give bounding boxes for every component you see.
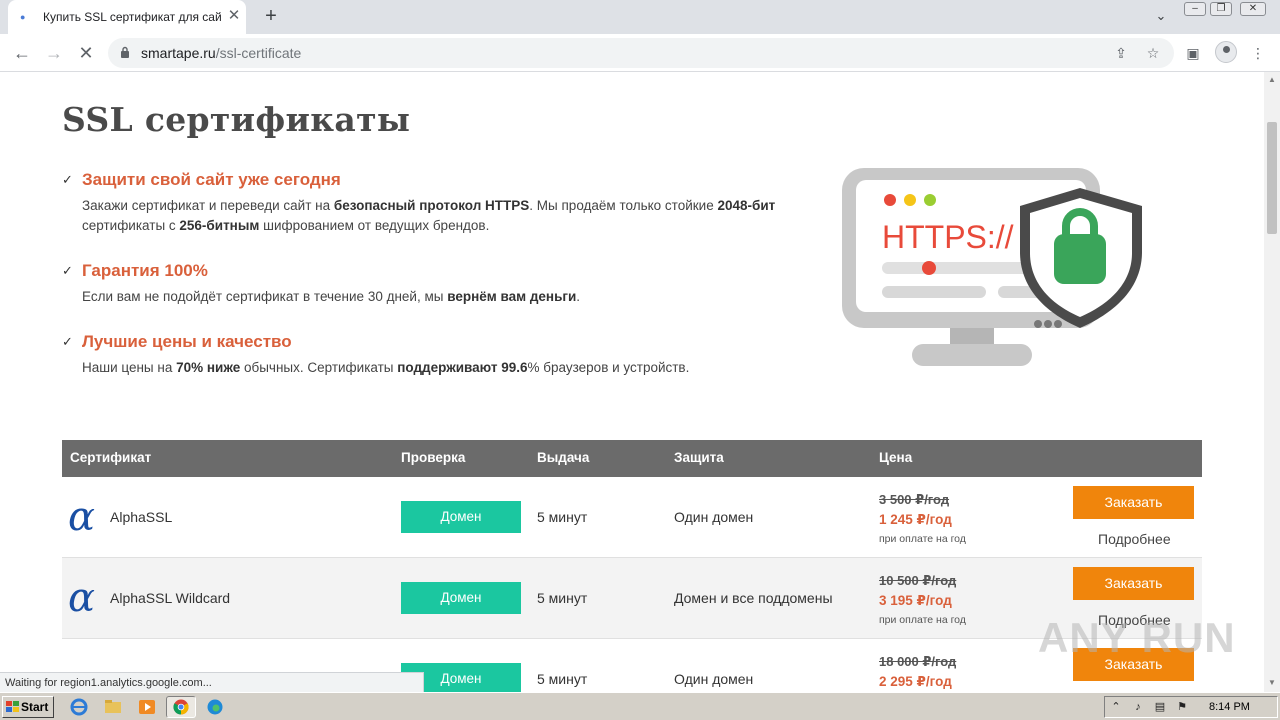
profile-avatar-icon[interactable] xyxy=(1215,41,1237,63)
certificate-name[interactable]: AlphaSSL Wildcard xyxy=(110,590,230,606)
page-favicon-icon: ● xyxy=(20,12,26,22)
stop-loading-icon[interactable]: ✕ xyxy=(74,42,98,64)
issue-time: 5 минут xyxy=(537,590,588,606)
current-price: 2 295 ₽/год xyxy=(879,674,952,689)
page-content: SSL сертификаты ✓ Защити свой сайт уже с… xyxy=(0,72,1264,692)
table-row: α AlphaSSL Домен 5 минут Один домен 3 50… xyxy=(62,477,1202,558)
current-price: 1 245 ₽/год xyxy=(879,512,952,527)
feature-item: ✓ Защити свой сайт уже сегодня Закажи се… xyxy=(62,170,822,240)
chrome-icon xyxy=(173,699,189,715)
feature-item: ✓ Лучшие цены и качество Наши цены на 70… xyxy=(62,332,822,382)
feature-title: Лучшие цены и качество xyxy=(82,332,292,351)
clock[interactable]: 8:14 PM xyxy=(1209,701,1250,713)
alphassl-logo-icon: α xyxy=(68,494,96,540)
feature-text: Наши цены на 70% ниже обычных. Сертифика… xyxy=(82,360,690,375)
internet-explorer-icon[interactable] xyxy=(68,697,90,717)
url-path: /ssl-certificate xyxy=(215,45,302,61)
forward-arrow-icon[interactable]: → xyxy=(42,42,66,64)
file-explorer-icon[interactable] xyxy=(102,697,124,717)
system-tray: ⌃ ♪ ▤ ⚑ 8:14 PM xyxy=(1104,696,1278,718)
start-button[interactable]: Start xyxy=(2,696,54,718)
page-scrollbar[interactable]: ▲ ▼ xyxy=(1264,72,1280,692)
url-text: smartape.ru/ssl-certificate xyxy=(141,45,301,61)
page-title: SSL сертификаты xyxy=(62,100,411,139)
order-button[interactable]: Заказать xyxy=(1073,486,1194,519)
https-label: HTTPS:// xyxy=(882,219,1014,255)
lock-icon xyxy=(121,46,129,58)
column-header: Выдача xyxy=(537,450,590,465)
protection-scope: Один домен xyxy=(674,671,754,687)
restore-icon[interactable]: ❐ xyxy=(1210,2,1232,16)
protection-scope: Домен и все поддомены xyxy=(674,590,833,606)
menu-kebab-icon[interactable]: ⋮ xyxy=(1248,43,1268,63)
tab-strip: ● Купить SSL сертификат для сайта ✕ + ⌄ … xyxy=(0,0,1280,34)
window-close-icon[interactable]: ✕ xyxy=(1240,2,1266,16)
validation-badge: Домен xyxy=(401,582,521,614)
tab-close-icon[interactable]: ✕ xyxy=(226,8,242,24)
tab-active[interactable]: ● Купить SSL сертификат для сайта ✕ xyxy=(8,0,246,34)
anyrun-watermark: ANY RUN xyxy=(1038,614,1236,661)
flag-notification-icon[interactable]: ⚑ xyxy=(1175,700,1189,714)
url-host: smartape.ru xyxy=(141,45,216,61)
column-header: Цена xyxy=(879,450,913,465)
new-tab-icon[interactable]: + xyxy=(260,5,282,27)
feature-title: Гарантия 100% xyxy=(82,261,208,280)
column-header: Проверка xyxy=(401,450,466,465)
tab-search-chevron-icon[interactable]: ⌄ xyxy=(1152,8,1170,26)
tab-title: Купить SSL сертификат для сайта xyxy=(43,10,221,24)
feature-text: Закажи сертификат и переведи сайт на без… xyxy=(82,198,776,233)
checkmark-icon: ✓ xyxy=(62,263,73,278)
validation-badge: Домен xyxy=(401,501,521,533)
checkmark-icon: ✓ xyxy=(62,172,73,187)
checkmark-icon: ✓ xyxy=(62,334,73,349)
details-link[interactable]: Подробнее xyxy=(1098,531,1171,547)
alphassl-logo-icon: α xyxy=(68,575,96,621)
browser-toolbar: ← → ✕ smartape.ru/ssl-certificate ⇪ ☆ ▣ … xyxy=(0,34,1280,72)
side-panel-icon[interactable]: ▣ xyxy=(1183,43,1203,63)
tray-expand-icon[interactable]: ⌃ xyxy=(1109,700,1123,714)
bookmark-star-icon[interactable]: ☆ xyxy=(1144,44,1162,62)
media-player-icon[interactable] xyxy=(136,697,158,717)
price-note: при оплате на год xyxy=(879,533,966,545)
address-bar[interactable]: smartape.ru/ssl-certificate ⇪ ☆ xyxy=(108,38,1174,68)
certificate-name[interactable]: AlphaSSL xyxy=(110,509,172,525)
minimize-icon[interactable]: – xyxy=(1184,2,1206,16)
network-icon[interactable]: ▤ xyxy=(1153,700,1167,714)
scroll-down-icon[interactable]: ▼ xyxy=(1267,678,1277,688)
share-icon[interactable]: ⇪ xyxy=(1112,44,1130,62)
feature-text: Если вам не подойдёт сертификат в течени… xyxy=(82,289,581,304)
column-header: Защита xyxy=(674,450,724,465)
feature-item: ✓ Гарантия 100% Если вам не подойдёт сер… xyxy=(62,261,822,311)
scroll-up-icon[interactable]: ▲ xyxy=(1267,75,1277,85)
issue-time: 5 минут xyxy=(537,671,588,687)
current-price: 3 195 ₽/год xyxy=(879,593,952,608)
windows-flag-icon xyxy=(6,701,19,712)
back-arrow-icon[interactable]: ← xyxy=(10,42,34,64)
volume-icon[interactable]: ♪ xyxy=(1131,700,1145,714)
status-bubble: Waiting for region1.analytics.google.com… xyxy=(0,672,424,694)
issue-time: 5 минут xyxy=(537,509,588,525)
https-monitor-illustration: HTTPS:// xyxy=(842,168,1142,366)
old-price: 18 000 ₽/год xyxy=(879,654,957,669)
old-price: 3 500 ₽/год xyxy=(879,492,950,507)
chrome-taskbar-button[interactable] xyxy=(166,696,196,718)
protection-scope: Один домен xyxy=(674,509,754,525)
old-price: 10 500 ₽/год xyxy=(879,573,957,588)
feature-title: Защити свой сайт уже сегодня xyxy=(82,170,341,189)
edge-icon[interactable] xyxy=(204,697,226,717)
price-note: при оплате на год xyxy=(879,614,966,626)
windows-taskbar: Start ⌃ ♪ ▤ ⚑ 8:14 PM xyxy=(0,692,1280,720)
order-button[interactable]: Заказать xyxy=(1073,567,1194,600)
scroll-thumb[interactable] xyxy=(1267,122,1277,234)
column-header: Сертификат xyxy=(70,450,152,465)
table-header: Сертификат Проверка Выдача Защита Цена xyxy=(62,440,1202,477)
table-row: α AlphaSSL Wildcard Домен 5 минут Домен … xyxy=(62,558,1202,639)
start-label: Start xyxy=(21,700,49,714)
